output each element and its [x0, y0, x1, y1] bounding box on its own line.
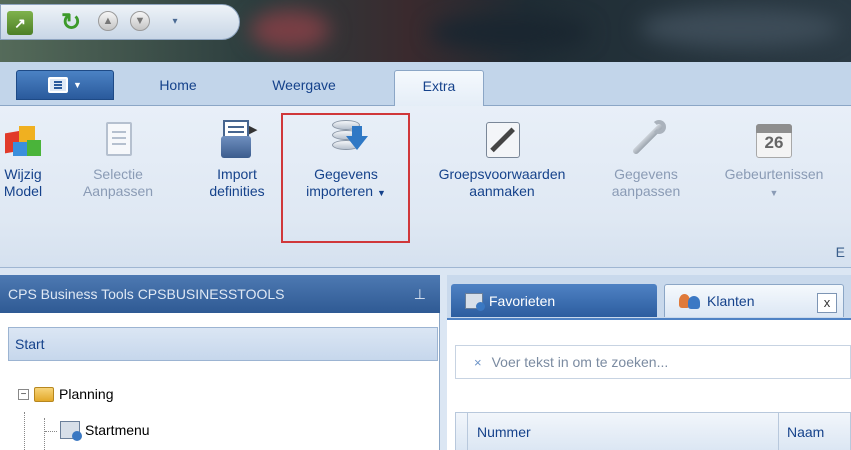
- pin-icon[interactable]: ⊥: [414, 275, 426, 313]
- chevron-down-icon: ▼: [769, 188, 779, 198]
- grid-header: Nummer Naam: [455, 412, 851, 450]
- button-label: Groepsvoorwaarden: [438, 166, 566, 182]
- gegevens-aanpassen-button[interactable]: Gegevens aanpassen: [600, 110, 692, 200]
- tree-item-planning[interactable]: − Planning: [18, 386, 114, 402]
- button-label: definities: [209, 183, 265, 199]
- button-label: Gegevens: [614, 166, 678, 182]
- cubes-icon: [3, 118, 43, 160]
- tab-label: Favorieten: [489, 292, 556, 309]
- notepad-pen-icon: [482, 118, 522, 160]
- tree-item-startmenu[interactable]: Startmenu: [60, 421, 150, 441]
- tree-item-label: Startmenu: [85, 422, 150, 438]
- tree-item-label: Planning: [59, 386, 114, 402]
- button-label: aanmaken: [469, 183, 535, 199]
- column-header-naam[interactable]: Naam: [778, 413, 824, 450]
- tab-extra[interactable]: Extra: [394, 70, 484, 107]
- down-arrow-icon[interactable]: ▼: [130, 11, 150, 31]
- close-tab-button[interactable]: x: [817, 293, 837, 313]
- button-label: aanpassen: [611, 183, 681, 199]
- collapse-icon[interactable]: −: [18, 388, 29, 400]
- application-menu-button[interactable]: ▼: [16, 70, 114, 100]
- title-blur-decoration: [640, 8, 840, 48]
- ribbon-group-label: E: [835, 244, 845, 260]
- tree-connector: [24, 412, 25, 450]
- ribbon-tabs: ▼ Home Weergave Extra: [0, 62, 851, 107]
- tree-connector: [44, 418, 45, 450]
- start-section-header[interactable]: Start: [8, 327, 438, 361]
- column-header-nummer[interactable]: Nummer: [477, 424, 531, 440]
- startmenu-icon: [60, 421, 82, 441]
- tab-klanten[interactable]: Klanten x: [664, 284, 844, 317]
- tab-label: Klanten: [707, 293, 755, 309]
- up-arrow-icon[interactable]: ▲: [98, 11, 118, 31]
- title-bar: ↗ ↻ ▲ ▼ ▾: [0, 0, 851, 62]
- title-blur-decoration: [430, 15, 590, 50]
- row-indicator-column: [456, 413, 468, 450]
- button-label: Aanpassen: [82, 183, 154, 199]
- button-label: Selectie: [93, 166, 143, 182]
- button-label: Gebeurtenissen: [724, 166, 824, 182]
- button-label: Model: [3, 183, 43, 199]
- button-label: Wijzig: [4, 166, 42, 182]
- customers-icon: [679, 293, 701, 309]
- button-label: Import: [217, 166, 257, 182]
- selectie-aanpassen-button[interactable]: Selectie Aanpassen: [76, 110, 160, 200]
- tab-favorieten[interactable]: Favorieten: [451, 284, 657, 317]
- groepsvoorwaarden-aanmaken-button[interactable]: Groepsvoorwaarden aanmaken: [412, 110, 592, 200]
- highlight-box: [281, 113, 410, 243]
- import-definities-button[interactable]: ▶ Import definities: [197, 110, 277, 200]
- tab-content: × Voer tekst in om te zoeken... Nummer N…: [447, 318, 851, 450]
- import-disk-icon: ▶: [217, 118, 257, 160]
- selection-page-icon: [98, 118, 138, 160]
- favorites-icon: [465, 292, 485, 311]
- panel-title: CPS Business Tools CPSBUSINESSTOOLS: [8, 286, 285, 302]
- wijzig-model-button[interactable]: Wijzig Model: [0, 110, 46, 200]
- calendar-icon: 26: [754, 118, 794, 160]
- ribbon-panel: Wijzig Model Selectie Aanpassen ▶ Import…: [0, 106, 851, 268]
- chevron-down-icon: ▼: [73, 80, 82, 90]
- document-area: Favorieten Klanten x × Voer tekst in om …: [447, 275, 851, 450]
- refresh-icon[interactable]: ↻: [59, 11, 83, 35]
- menu-icon: [48, 77, 69, 93]
- navigation-panel: CPS Business Tools CPSBUSINESSTOOLS ⊥ St…: [0, 275, 440, 450]
- quick-access-toolbar: ↗ ↻ ▲ ▼ ▾: [0, 4, 240, 40]
- app-icon[interactable]: ↗: [7, 11, 33, 35]
- qat-customize-icon[interactable]: ▾: [169, 11, 181, 31]
- folder-icon: [34, 386, 54, 402]
- tab-weergave[interactable]: Weergave: [244, 70, 364, 100]
- tree-connector: [45, 431, 57, 432]
- gebeurtenissen-button[interactable]: 26 Gebeurtenissen ▼: [700, 110, 848, 202]
- title-blur-decoration: [250, 10, 330, 50]
- wrench-icon: [626, 118, 666, 160]
- search-input[interactable]: Voer tekst in om te zoeken...: [492, 354, 669, 370]
- panel-header: CPS Business Tools CPSBUSINESSTOOLS ⊥: [0, 275, 440, 313]
- search-box[interactable]: × Voer tekst in om te zoeken...: [455, 345, 851, 379]
- clear-search-icon[interactable]: ×: [474, 355, 482, 370]
- tab-home[interactable]: Home: [128, 70, 228, 100]
